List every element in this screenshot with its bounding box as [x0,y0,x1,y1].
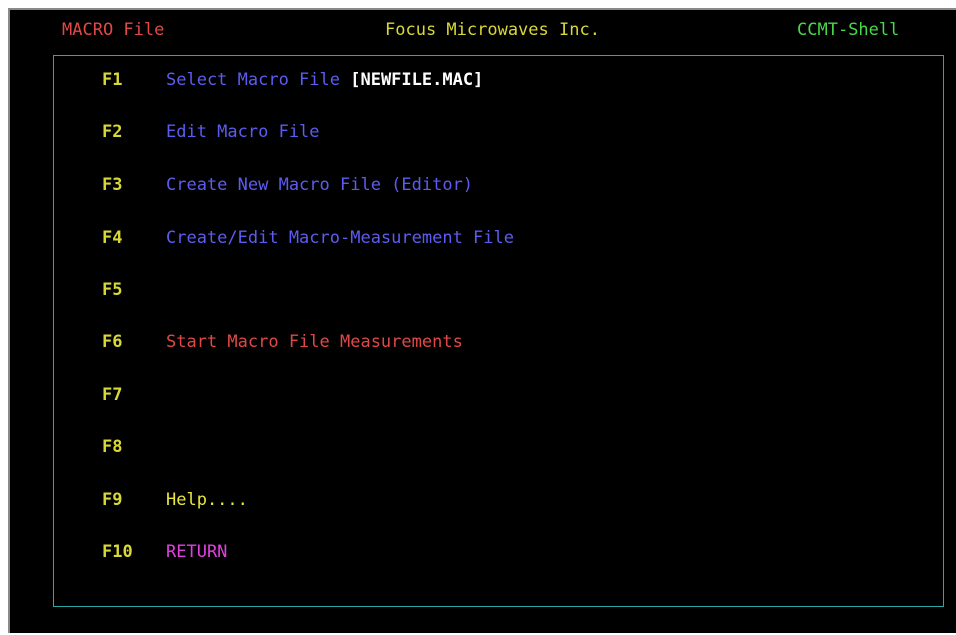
menu-item-label: Help.... [166,490,248,510]
app-window: MACRO File Focus Microwaves Inc. CCMT-Sh… [0,0,956,635]
menu-panel: F1 Select Macro File [NEWFILE.MAC] F2 Ed… [53,55,944,607]
function-key-label: F9 [102,490,123,510]
function-key-label: F5 [102,280,123,300]
function-key-label: F4 [102,228,123,248]
header-shell-name: CCMT-Shell [797,20,900,40]
menu-item-label: Select Macro File [NEWFILE.MAC] [166,70,483,90]
function-key-label: F10 [102,542,133,562]
function-key-label: F3 [102,175,123,195]
function-key-label: F1 [102,70,123,90]
function-key-label: F8 [102,437,123,457]
menu-item-label: Start Macro File Measurements [166,332,463,352]
function-key-label: F7 [102,385,123,405]
terminal-screen: MACRO File Focus Microwaves Inc. CCMT-Sh… [8,8,956,633]
menu-item-label: RETURN [166,542,228,562]
current-file-name: [NEWFILE.MAC] [350,70,484,90]
header-company: Focus Microwaves Inc. [385,20,600,40]
header-left-title: MACRO File [62,20,165,40]
function-key-label: F2 [102,122,123,142]
menu-item-label: Create New Macro File (Editor) [166,175,474,195]
menu-item-label: Edit Macro File [166,122,320,142]
menu-item-text: Select Macro File [166,70,351,90]
menu-item-label: Create/Edit Macro-Measurement File [166,228,514,248]
function-key-label: F6 [102,332,123,352]
